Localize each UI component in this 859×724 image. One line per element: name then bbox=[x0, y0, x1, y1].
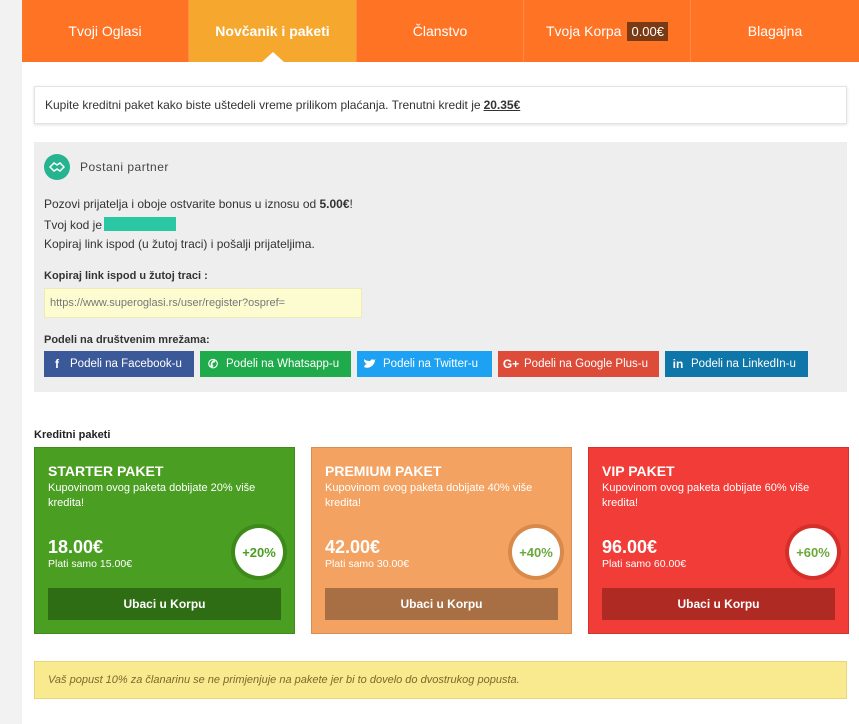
package-description: Kupovinom ovog paketa dobijate 60% više … bbox=[602, 482, 810, 509]
partner-title: Postani partner bbox=[80, 160, 169, 174]
cart-amount-badge: 0.00€ bbox=[627, 21, 669, 41]
facebook-icon: f bbox=[55, 357, 59, 371]
referral-link-field[interactable]: https://www.superoglasi.rs/user/register… bbox=[44, 288, 362, 318]
page: Tvoji Oglasi Novčanik i paketi Članstvo … bbox=[22, 0, 859, 724]
package-price: 42.00€ bbox=[325, 537, 381, 557]
package-name: VIP PAKET bbox=[602, 463, 675, 479]
tab-blagajna[interactable]: Blagajna bbox=[691, 0, 859, 62]
google-plus-icon: G+ bbox=[502, 357, 520, 371]
copy-instruction: Kopiraj link ispod (u žutoj traci) i poš… bbox=[44, 237, 315, 251]
package-description: Kupovinom ovog paketa dobijate 20% više … bbox=[48, 482, 256, 509]
tab-label: Članstvo bbox=[412, 23, 468, 39]
share-label-text: Podeli na Twitter-u bbox=[383, 358, 479, 370]
share-label-text: Podeli na LinkedIn-u bbox=[691, 358, 796, 370]
package-bonus-badge: +40% bbox=[512, 528, 560, 576]
share-google-plus-button[interactable]: G+ Podeli na Google Plus-u bbox=[498, 351, 659, 377]
add-to-cart-button[interactable]: Ubaci u Korpu bbox=[48, 588, 281, 620]
credit-info-bar: Kupite kreditni paket kako biste uštedel… bbox=[34, 86, 847, 124]
linkedin-icon: in bbox=[672, 357, 684, 371]
share-label-text: Podeli na Facebook-u bbox=[70, 358, 182, 370]
package-description: Kupovinom ovog paketa dobijate 40% više … bbox=[325, 482, 533, 509]
add-to-cart-button[interactable]: Ubaci u Korpu bbox=[325, 588, 558, 620]
referral-link-value: https://www.superoglasi.rs/user/register… bbox=[50, 297, 286, 309]
package-pay-amount: Plati samo 60.00€ bbox=[602, 558, 687, 570]
add-to-cart-button[interactable]: Ubaci u Korpu bbox=[602, 588, 835, 620]
share-facebook-button[interactable]: f Podeli na Facebook-u bbox=[44, 351, 194, 377]
whatsapp-icon: ✆ bbox=[207, 357, 219, 371]
copy-link-label: Kopiraj link ispod u žutoj traci : bbox=[44, 270, 208, 282]
partner-panel: Postani partner Pozovi prijatelja i oboj… bbox=[34, 142, 847, 392]
bonus-text-post: ! bbox=[349, 197, 353, 211]
tab-clanstvo[interactable]: Članstvo bbox=[357, 0, 524, 62]
tab-label: Novčanik i paketi bbox=[215, 23, 330, 39]
referral-code-label: Tvoj kod je bbox=[44, 218, 103, 232]
tab-label: Tvoja Korpa bbox=[545, 23, 622, 39]
twitter-icon bbox=[357, 351, 383, 377]
package-bonus-badge: +60% bbox=[789, 528, 837, 576]
share-label-text: Podeli na Whatsapp-u bbox=[226, 358, 340, 370]
referral-code-line: Tvoj kod je bbox=[44, 217, 177, 232]
bonus-amount: 5.00€ bbox=[319, 197, 350, 211]
tab-label: Blagajna bbox=[747, 23, 803, 39]
credit-info-text: Kupite kreditni paket kako biste uštedel… bbox=[45, 98, 481, 112]
package-name: PREMIUM PAKET bbox=[325, 463, 442, 479]
package-price: 18.00€ bbox=[48, 537, 104, 557]
package-pay-amount: Plati samo 15.00€ bbox=[48, 558, 133, 570]
tab-novcanik-i-paketi[interactable]: Novčanik i paketi bbox=[189, 0, 357, 62]
referral-code-redacted bbox=[104, 217, 177, 231]
package-pay-amount: Plati samo 30.00€ bbox=[325, 558, 410, 570]
tab-label: Tvoji Oglasi bbox=[68, 23, 142, 39]
bonus-text-pre: Pozovi prijatelja i oboje ostvarite bonu… bbox=[44, 197, 320, 211]
share-twitter-button[interactable]: Podeli na Twitter-u bbox=[357, 351, 492, 377]
share-label-text: Podeli na Google Plus-u bbox=[524, 358, 649, 370]
current-credit: 20.35€ bbox=[483, 98, 521, 112]
handshake-icon bbox=[44, 154, 70, 180]
share-whatsapp-button[interactable]: ✆ Podeli na Whatsapp-u bbox=[200, 351, 351, 377]
package-card-vip: VIP PAKET Kupovinom ovog paketa dobijate… bbox=[588, 447, 849, 634]
tab-tvoja-korpa[interactable]: Tvoja Korpa 0.00€ bbox=[524, 0, 691, 62]
package-bonus-badge: +20% bbox=[235, 528, 283, 576]
share-linkedin-button[interactable]: in Podeli na LinkedIn-u bbox=[665, 351, 808, 377]
tab-tvoji-oglasi[interactable]: Tvoji Oglasi bbox=[22, 0, 189, 62]
share-label: Podeli na društvenim mrežama: bbox=[44, 334, 210, 346]
package-card-starter: STARTER PAKET Kupovinom ovog paketa dobi… bbox=[34, 447, 295, 634]
top-nav: Tvoji Oglasi Novčanik i paketi Članstvo … bbox=[22, 0, 859, 62]
share-buttons: f Podeli na Facebook-u ✆ Podeli na Whatsap… bbox=[44, 351, 814, 377]
bonus-text: Pozovi prijatelja i oboje ostvarite bonu… bbox=[44, 197, 353, 211]
discount-notice: Vaš popust 10% za članarinu se ne primje… bbox=[34, 661, 847, 699]
package-name: STARTER PAKET bbox=[48, 463, 164, 479]
package-card-premium: PREMIUM PAKET Kupovinom ovog paketa dobi… bbox=[311, 447, 572, 634]
package-price: 96.00€ bbox=[602, 537, 658, 557]
packages-heading: Kreditni paketi bbox=[34, 429, 111, 441]
